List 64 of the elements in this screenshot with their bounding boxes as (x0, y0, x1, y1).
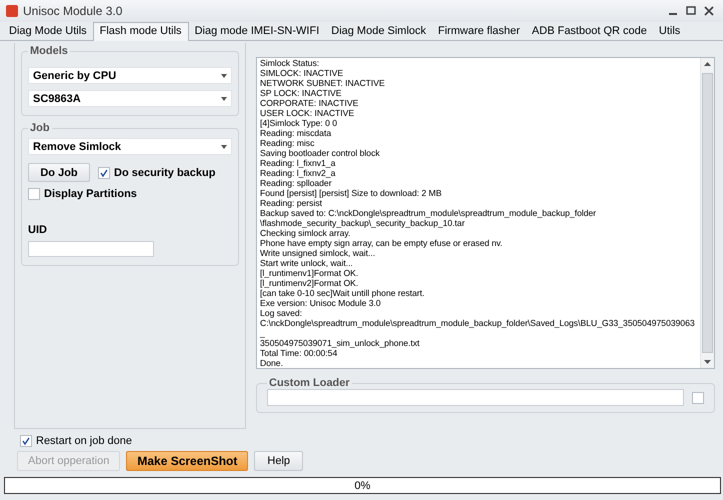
uid-label: UID (28, 224, 48, 236)
log-line: CORPORATE: INACTIVE (260, 98, 360, 108)
log-line: SP LOCK: INACTIVE (260, 88, 343, 98)
group-title: Custom Loader (268, 377, 351, 389)
log-line: Simlock Status: (260, 58, 320, 68)
dropdown[interactable]: Remove Simlock (28, 138, 232, 155)
checkbox[interactable] (28, 188, 40, 200)
log-line: Backup saved to: C:\nckDongle\spreadtrum_module\spreadtrum_module_backup_folder (260, 208, 598, 218)
tab[interactable]: Diag mode IMEI-SN-WIFI (188, 23, 326, 40)
log-line: C:\nckDongle\spreadtrum_module\spreadtrum_module_backup_folder\Saved_Logs\BLU_G33_350504975039063_ (260, 318, 696, 338)
checkbox-label: Display Partitions (44, 188, 137, 200)
log-line: Checking simlock array. (260, 228, 352, 238)
tab[interactable]: Firmware flasher (432, 23, 526, 40)
checkbox[interactable] (692, 392, 704, 404)
scrollbar-thumb[interactable] (702, 73, 713, 353)
log-line: Exe version: Unisoc Module 3.0 (260, 298, 382, 308)
log-line: Reading: splloader (260, 178, 333, 188)
log-line: [4]Simlock Type: 0 0 (260, 118, 338, 128)
log-line: Total Time: 00:00:54 (260, 348, 338, 358)
tab[interactable]: ADB Fastboot QR code (526, 23, 653, 40)
checkbox[interactable] (20, 435, 32, 447)
caret-icon (221, 96, 227, 100)
log-line: Phone have empty sign array, can be empty efuse or erased nv. (260, 238, 504, 248)
dropdown[interactable]: Generic by CPU (28, 67, 232, 84)
tab[interactable]: Diag Mode Simlock (325, 23, 432, 40)
log-line: NETWORK SUBNET: INACTIVE (260, 78, 386, 88)
log-line: 350504975039071_sim_unlock_phone.txt (260, 338, 421, 348)
checkbox[interactable] (98, 166, 110, 178)
log-line: [l_runtimenv1]Format OK. (260, 268, 360, 278)
tab[interactable]: Flash mode Utils (92, 22, 189, 41)
do-job-button[interactable]: Do Job (28, 163, 90, 182)
action-button[interactable]: Make ScreenShot (126, 451, 248, 471)
uid-field[interactable] (28, 241, 154, 257)
caret-icon (221, 144, 227, 148)
log-line: Reading: persist (260, 198, 323, 208)
dropdown[interactable]: SC9863A (28, 90, 232, 107)
action-button[interactable]: Help (254, 451, 304, 471)
log-line: Found [persist] [persist] Size to download: 2 MB (260, 188, 443, 198)
group-title: Job (29, 122, 51, 134)
log-line: Reading: l_fixnv1_a (260, 158, 336, 168)
group-title: Models (29, 45, 69, 57)
log-line: Reading: l_fixnv2_a (260, 168, 336, 178)
tab[interactable]: Diag Mode Utils (3, 23, 93, 40)
log-line: Log saved: (260, 308, 304, 318)
log-line: Reading: misc (260, 138, 316, 148)
log-line: Saving bootloader control block (260, 148, 381, 158)
log-line: [l_runtimenv2]Format OK. (260, 278, 360, 288)
checkbox-label: Do security backup (114, 166, 216, 178)
log-line: Reading: miscdata (260, 128, 332, 138)
app-icon (6, 5, 18, 17)
log-line: USER LOCK: INACTIVE (260, 108, 356, 118)
progress-label: 0% (354, 480, 370, 492)
log-line: SIMLOCK: INACTIVE (260, 68, 344, 78)
checkbox-label: Restart on job done (36, 435, 132, 447)
log-line: Done. (260, 358, 284, 368)
scrollbar[interactable] (700, 58, 714, 368)
log-line: Start write unlock, wait... (260, 258, 354, 268)
log-line: Write unsigned simlock, wait... (260, 248, 376, 258)
tab[interactable]: Utils (652, 23, 686, 40)
window-title: Unisoc Module 3.0 (23, 4, 124, 18)
log-line: \flashmode_security_backup\_security_backup_10.tar (260, 218, 466, 228)
caret-icon (221, 74, 227, 78)
loader-path-field[interactable] (267, 389, 684, 406)
log-line: [can take 0-10 sec]Wait untill phone restart. (260, 288, 426, 298)
